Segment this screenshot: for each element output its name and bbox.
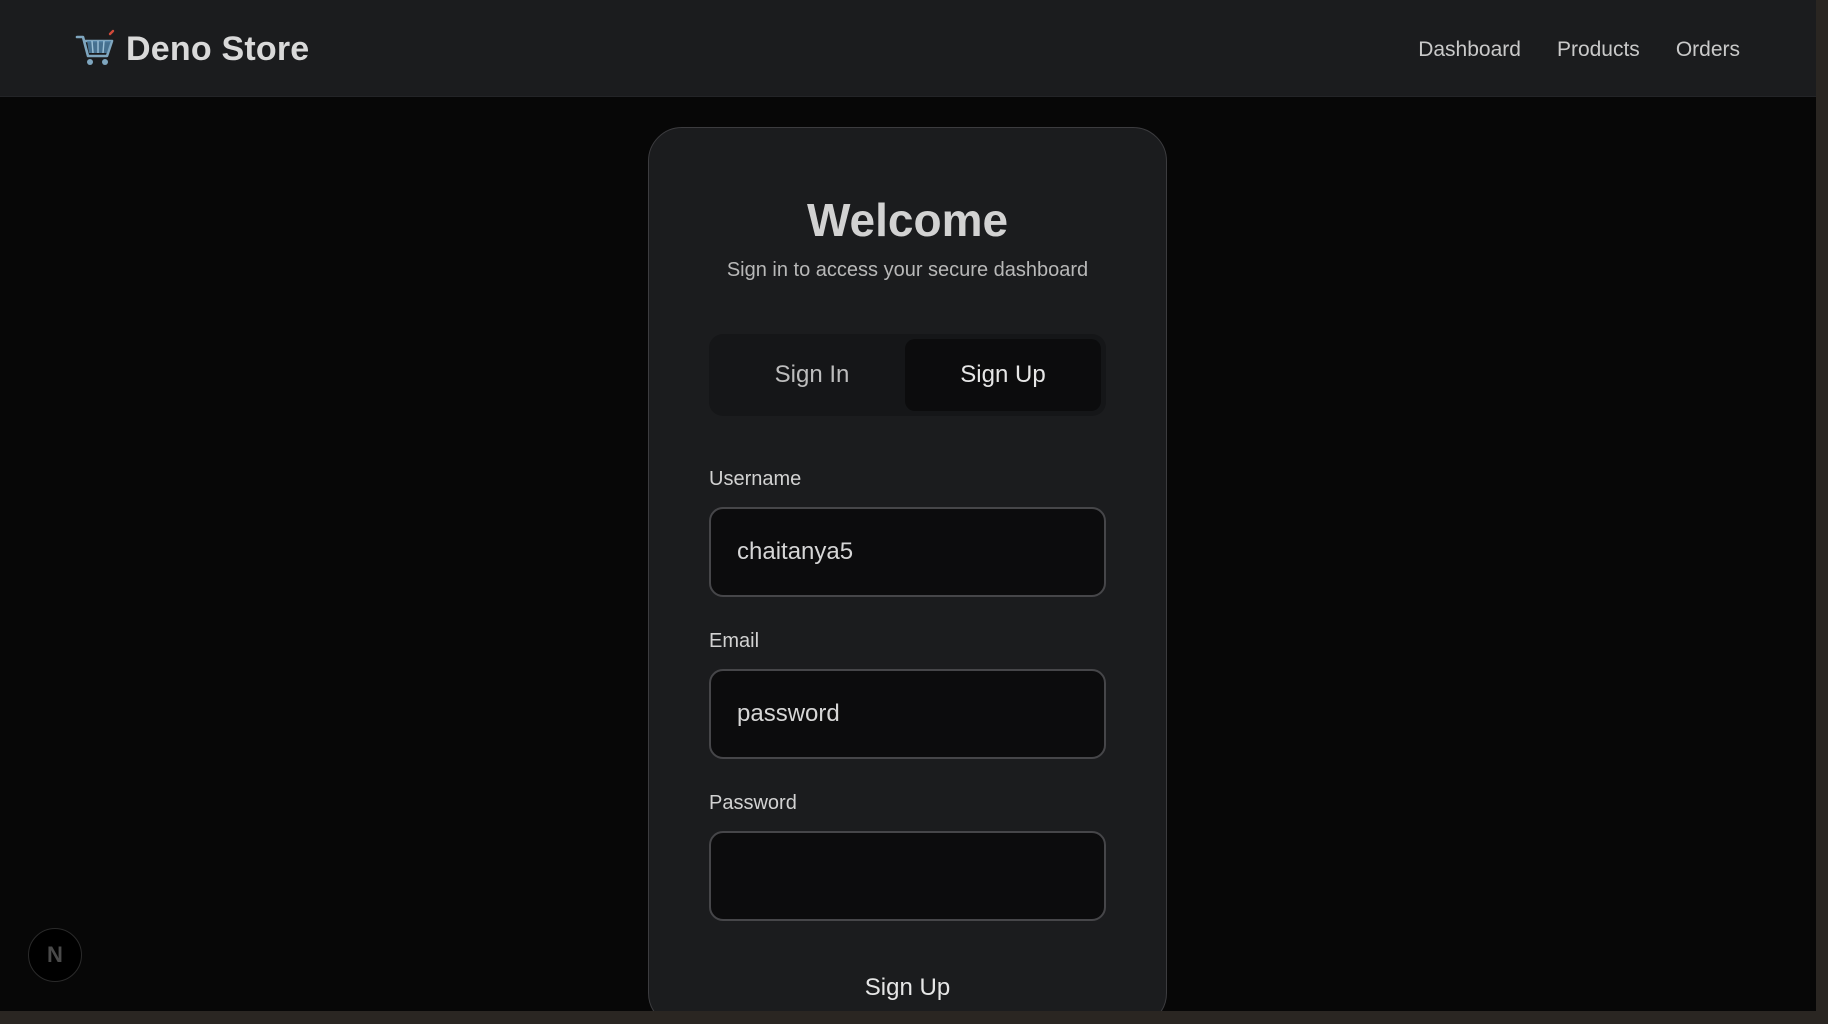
main-nav: Dashboard Products Orders: [1418, 30, 1740, 70]
dev-badge-letter: N: [47, 942, 63, 967]
password-label: Password: [709, 792, 797, 814]
password-input[interactable]: [709, 831, 1106, 921]
top-navbar: Deno Store Dashboard Products Orders: [0, 0, 1816, 97]
auth-card: Welcome Sign in to access your secure da…: [648, 127, 1167, 1011]
username-label: Username: [709, 468, 802, 490]
email-label: Email: [709, 630, 760, 652]
brand-link[interactable]: Deno Store: [74, 26, 309, 72]
sign-up-submit-button[interactable]: Sign Up: [709, 958, 1106, 1011]
app-window: Deno Store Dashboard Products Orders Wel…: [0, 0, 1816, 1011]
nextjs-logo-icon[interactable]: N: [28, 928, 82, 982]
nav-orders-link[interactable]: Orders: [1676, 38, 1740, 62]
tab-sign-in[interactable]: Sign In: [714, 339, 910, 411]
nav-dashboard-link[interactable]: Dashboard: [1418, 38, 1521, 62]
shopping-cart-icon: [74, 28, 116, 70]
email-input[interactable]: password: [709, 669, 1106, 759]
tab-sign-up[interactable]: Sign Up: [905, 339, 1101, 411]
username-input[interactable]: chaitanya5: [709, 507, 1106, 597]
brand-name: Deno Store: [126, 29, 310, 68]
welcome-title: Welcome: [806, 194, 1009, 246]
welcome-subtitle: Sign in to access your secure dashboard: [726, 259, 1089, 281]
auth-tabs: Sign In Sign Up: [709, 334, 1106, 416]
nav-products-link[interactable]: Products: [1557, 38, 1640, 62]
